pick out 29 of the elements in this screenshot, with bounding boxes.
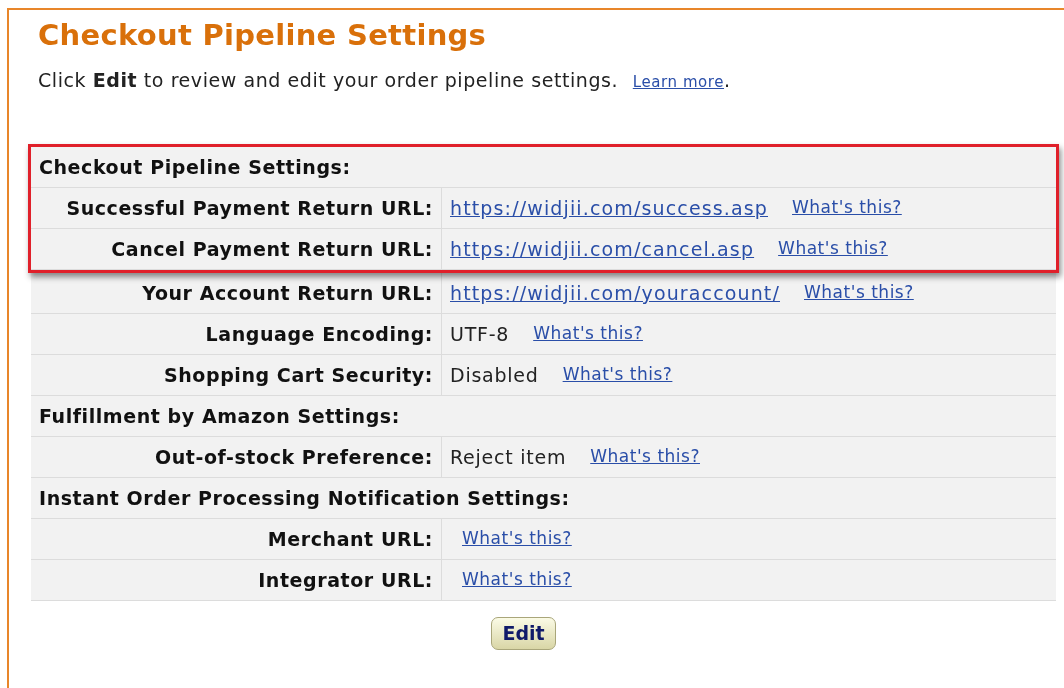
page-title: Checkout Pipeline Settings bbox=[38, 17, 488, 54]
field-value: Reject item bbox=[450, 444, 567, 470]
field-value: Disabled bbox=[450, 362, 539, 388]
help-link[interactable]: What's this? bbox=[533, 321, 643, 347]
edit-button[interactable]: Edit bbox=[491, 617, 556, 650]
field-label: Merchant URL: bbox=[267, 527, 433, 552]
field-label: Successful Payment Return URL: bbox=[66, 196, 433, 221]
field-label: Language Encoding: bbox=[205, 322, 433, 347]
url-link[interactable]: https://widjii.com/cancel.asp bbox=[450, 234, 755, 264]
field-label: Shopping Cart Security: bbox=[164, 363, 433, 388]
field-value: UTF-8 bbox=[450, 321, 510, 347]
section-heading: Instant Order Processing Notification Settings: bbox=[39, 485, 570, 511]
intro-text: Click Edit to review and edit your order pipeline settings. Learn more. bbox=[38, 67, 732, 93]
section-heading: Fulfillment by Amazon Settings: bbox=[39, 403, 400, 429]
field-label: Integrator URL: bbox=[258, 568, 433, 593]
url-link[interactable]: https://widjii.com/success.asp bbox=[450, 193, 768, 223]
help-link[interactable]: What's this? bbox=[792, 195, 902, 221]
help-link[interactable]: What's this? bbox=[590, 444, 700, 470]
field-label: Cancel Payment Return URL: bbox=[111, 237, 433, 262]
field-label: Out-of-stock Preference: bbox=[154, 445, 433, 470]
learn-more-link[interactable]: Learn more bbox=[632, 72, 725, 91]
help-link[interactable]: What's this? bbox=[804, 280, 914, 306]
field-label: Your Account Return URL: bbox=[142, 281, 433, 306]
help-link[interactable]: What's this? bbox=[562, 362, 673, 388]
url-link[interactable]: https://widjii.com/youraccount/ bbox=[450, 278, 780, 308]
section-heading: Checkout Pipeline Settings: bbox=[39, 154, 351, 180]
help-link[interactable]: What's this? bbox=[462, 526, 572, 552]
help-link[interactable]: What's this? bbox=[462, 567, 572, 593]
help-link[interactable]: What's this? bbox=[778, 236, 888, 262]
